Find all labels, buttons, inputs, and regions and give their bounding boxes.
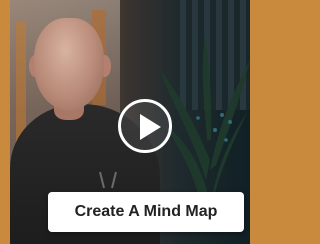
presenter-head — [34, 18, 104, 110]
background-shelf — [16, 22, 26, 142]
create-mind-map-label: Create A Mind Map — [74, 203, 218, 220]
play-icon — [140, 114, 161, 140]
shirt-logo — [99, 171, 117, 189]
play-button[interactable] — [118, 99, 172, 153]
create-mind-map-button[interactable]: Create A Mind Map — [48, 192, 244, 232]
